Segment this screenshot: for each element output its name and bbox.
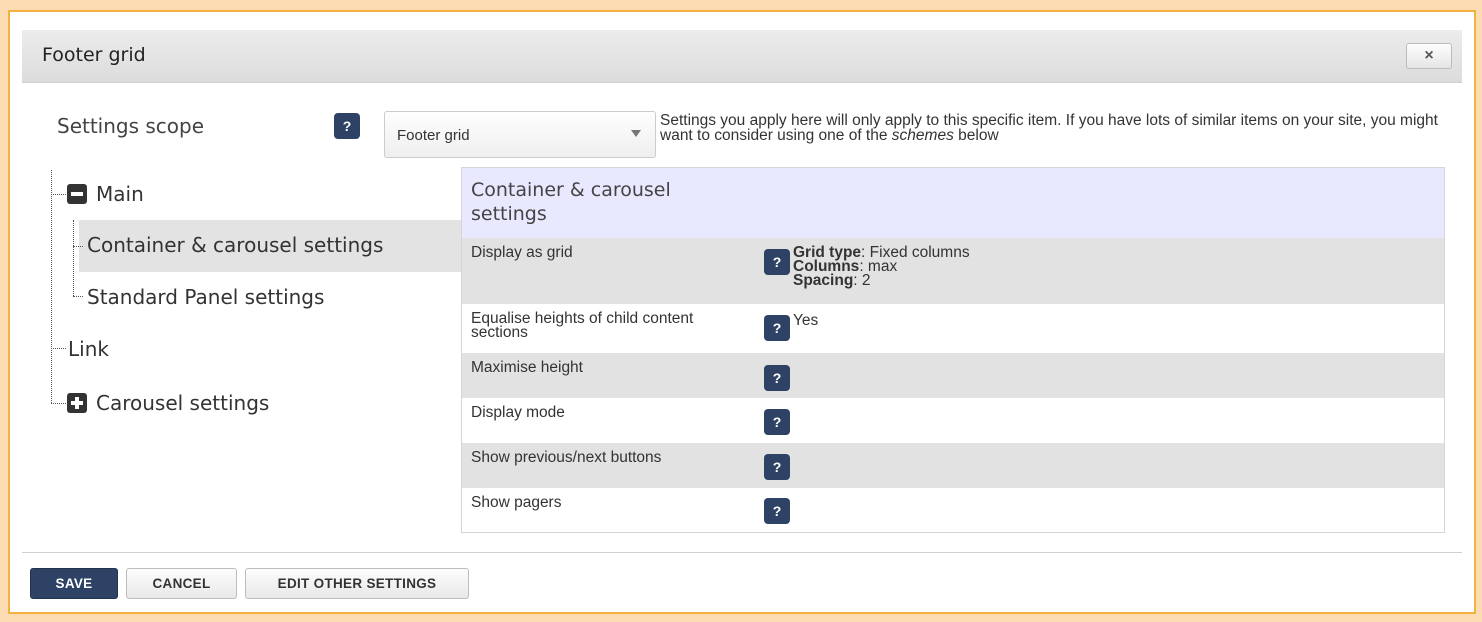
help-icon[interactable]: ? (764, 315, 790, 341)
panel-title: Container & carousel settings (471, 179, 671, 225)
chevron-down-icon (631, 130, 641, 137)
scope-help-icon[interactable]: ? (334, 113, 360, 139)
setting-value: Grid type: Fixed columns Columns: max Sp… (793, 244, 970, 289)
setting-label: Show previous/next buttons (471, 449, 662, 466)
tree-line (51, 403, 66, 404)
setting-row-prev-next-buttons[interactable]: Show previous/next buttons ? (462, 443, 1444, 488)
help-icon[interactable]: ? (764, 409, 790, 435)
help-icon[interactable]: ? (764, 454, 790, 480)
expand-plus-icon[interactable] (67, 393, 87, 413)
setting-row-show-pagers[interactable]: Show pagers ? (462, 488, 1444, 532)
settings-panel: Container & carousel settings Display as… (461, 167, 1445, 533)
setting-label: Display as grid (471, 244, 573, 261)
setting-row-display-mode[interactable]: Display mode ? (462, 398, 1444, 443)
setting-value: Yes (793, 312, 819, 329)
setting-label: Show pagers (471, 494, 562, 511)
setting-row-maximise-height[interactable]: Maximise height ? (462, 353, 1444, 398)
dialog-titlebar: Footer grid × (22, 30, 1462, 83)
settings-scope-value: Footer grid (397, 127, 470, 144)
tree-item-carousel-settings[interactable]: Carousel settings (96, 391, 269, 415)
panel-header: Container & carousel settings (462, 168, 1444, 238)
settings-scope-select[interactable]: Footer grid (384, 111, 656, 158)
settings-tree: Main Container & carousel settings Stand… (46, 168, 461, 428)
edit-other-settings-button[interactable]: EDIT OTHER SETTINGS (245, 568, 469, 599)
save-button[interactable]: SAVE (30, 568, 118, 599)
tree-item-container-carousel[interactable]: Container & carousel settings (87, 233, 383, 257)
setting-row-equalise-heights[interactable]: Equalise heights of child content sectio… (462, 304, 1444, 353)
tree-item-main[interactable]: Main (96, 182, 144, 206)
scope-note: Settings you apply here will only apply … (660, 112, 1438, 144)
tree-line (73, 246, 83, 247)
close-button[interactable]: × (1406, 43, 1452, 69)
tree-line (51, 348, 66, 349)
tree-item-standard-panel[interactable]: Standard Panel settings (87, 285, 324, 309)
footer-divider (22, 552, 1462, 553)
help-icon[interactable]: ? (764, 498, 790, 524)
settings-scope-label: Settings scope (57, 114, 205, 138)
setting-label: Maximise height (471, 359, 583, 376)
tree-line (51, 194, 66, 195)
setting-row-display-grid[interactable]: Display as grid ? Grid type: Fixed colum… (462, 238, 1444, 304)
setting-label: Display mode (471, 404, 565, 421)
setting-label: Equalise heights of child content sectio… (471, 310, 694, 341)
dialog-title: Footer grid (42, 44, 146, 66)
schemes-emphasis: schemes (891, 127, 954, 144)
cancel-button[interactable]: CANCEL (126, 568, 237, 599)
close-icon: × (1424, 47, 1434, 64)
tree-line (73, 296, 83, 297)
tree-line (51, 170, 52, 403)
tree-line (73, 220, 74, 296)
tree-item-link[interactable]: Link (68, 337, 109, 361)
help-icon[interactable]: ? (764, 365, 790, 391)
collapse-minus-icon[interactable] (67, 184, 87, 204)
help-icon[interactable]: ? (764, 249, 790, 275)
